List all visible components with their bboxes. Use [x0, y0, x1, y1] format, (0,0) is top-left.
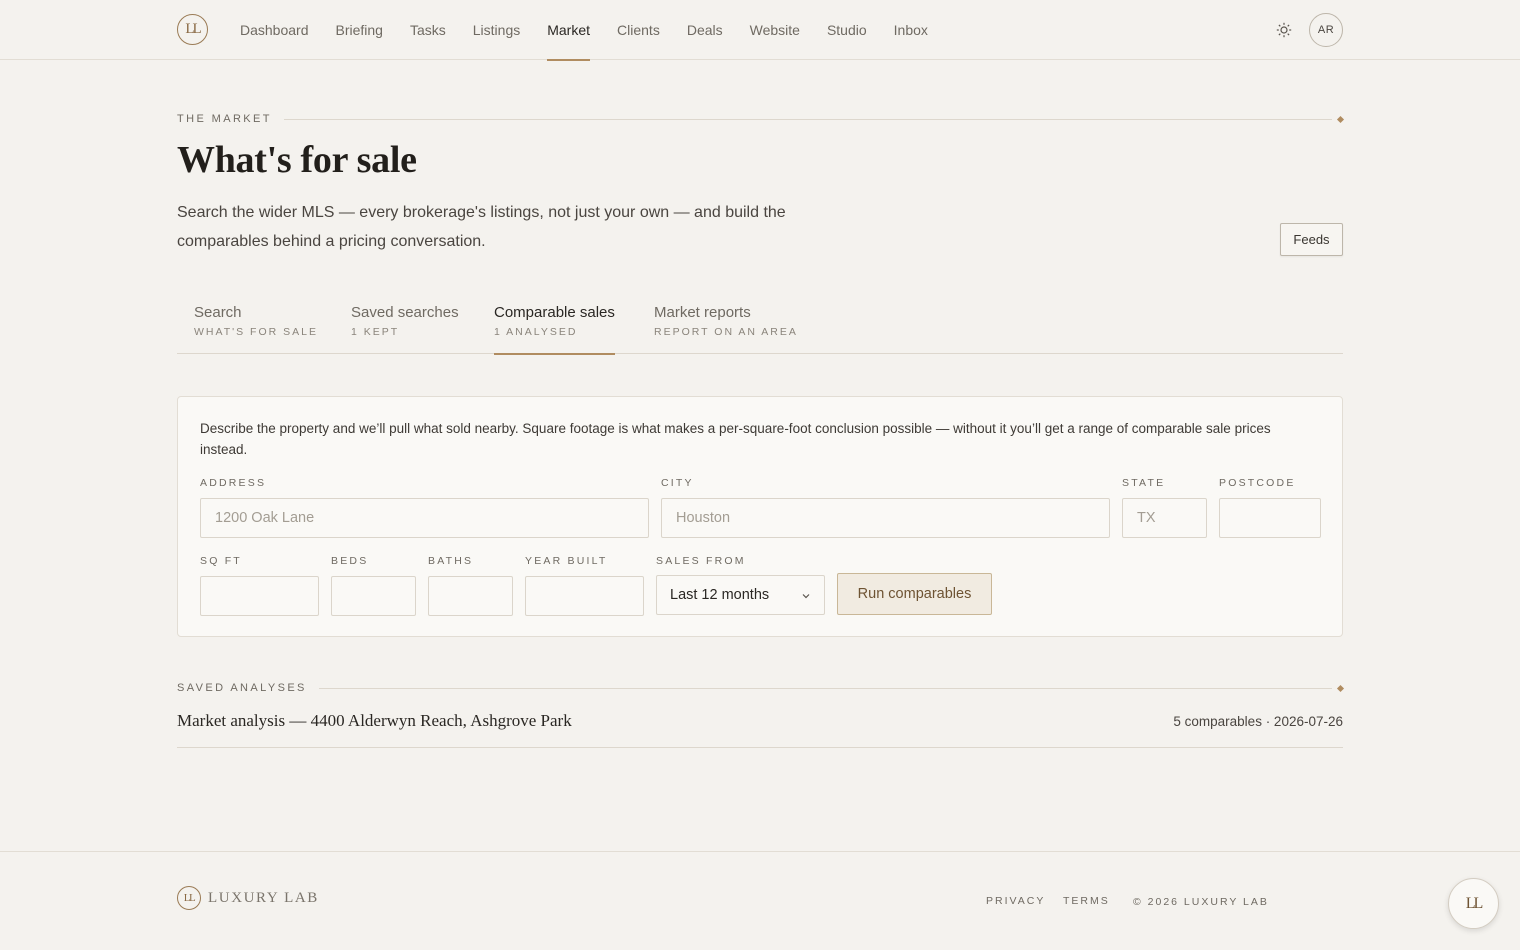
page-intro: Search the wider MLS — every brokerage's…	[177, 204, 786, 250]
year-built-input[interactable]	[525, 576, 644, 616]
sales-from-label: SALES FROM	[656, 555, 746, 567]
form-description: Describe the property and we’ll pull wha…	[200, 421, 1271, 457]
nav-item-briefing[interactable]: Briefing	[336, 0, 383, 60]
beds-label: BEDS	[331, 555, 369, 567]
assistant-launcher-button[interactable]: LL	[1448, 878, 1499, 929]
chevron-down-icon	[801, 589, 811, 605]
baths-input[interactable]	[428, 576, 513, 616]
analysis-title: Market analysis — 4400 Alderwyn Reach, A…	[177, 711, 572, 730]
tab-label: Market reports	[654, 304, 751, 321]
nav-item-listings[interactable]: Listings	[473, 0, 520, 60]
diamond-icon	[1336, 115, 1345, 123]
tab-sublabel: REPORT ON AN AREA	[654, 326, 798, 338]
sales-from-select[interactable]: Last 12 months	[656, 575, 825, 615]
market-tabs: Search WHAT'S FOR SALE Saved searches 1 …	[177, 296, 1343, 355]
address-input[interactable]	[200, 498, 649, 538]
baths-label: BATHS	[428, 555, 474, 567]
diamond-icon	[1336, 684, 1345, 692]
market-eyebrow-row: THE MARKET	[177, 112, 1345, 126]
saved-analyses-eyebrow-row: SAVED ANALYSES	[177, 681, 1345, 695]
tab-label: Saved searches	[351, 304, 459, 321]
nav-item-dashboard[interactable]: Dashboard	[240, 0, 309, 60]
address-label: ADDRESS	[200, 477, 267, 489]
divider	[318, 687, 1332, 689]
brand-logo[interactable]: LL	[177, 14, 208, 45]
sqft-input[interactable]	[200, 576, 319, 616]
page-title: What's for sale	[177, 139, 417, 181]
run-comparables-button[interactable]: Run comparables	[837, 573, 992, 615]
nav-item-deals[interactable]: Deals	[687, 0, 723, 60]
nav-item-studio[interactable]: Studio	[827, 0, 867, 60]
terms-link[interactable]: TERMS	[1063, 895, 1110, 907]
top-navigation-bar: LL Dashboard Briefing Tasks Listings Mar…	[0, 0, 1520, 61]
section-eyebrow: THE MARKET	[177, 113, 272, 125]
sales-from-value: Last 12 months	[670, 587, 770, 603]
privacy-link[interactable]: PRIVACY	[986, 895, 1045, 907]
tab-label: Comparable sales	[494, 304, 615, 321]
sqft-label: SQ FT	[200, 555, 242, 567]
footer: LL LUXURY LAB PRIVACY TERMS © 2026 LUXUR…	[0, 851, 1520, 950]
city-input[interactable]	[661, 498, 1110, 538]
saved-analyses-heading: SAVED ANALYSES	[177, 682, 307, 694]
tab-comparable-sales[interactable]: Comparable sales 1 ANALYSED	[494, 304, 615, 355]
nav-item-website[interactable]: Website	[750, 0, 800, 60]
tab-sublabel: WHAT'S FOR SALE	[194, 326, 318, 338]
main-nav: Dashboard Briefing Tasks Listings Market…	[240, 0, 955, 61]
postcode-label: POSTCODE	[1219, 477, 1296, 489]
beds-input[interactable]	[331, 576, 416, 616]
analysis-meta: 5 comparables · 2026-07-26	[1173, 714, 1343, 729]
comparables-form-card: Describe the property and we’ll pull wha…	[177, 396, 1343, 637]
divider	[283, 118, 1332, 120]
state-input[interactable]	[1122, 498, 1207, 538]
tab-saved-searches[interactable]: Saved searches 1 KEPT	[351, 304, 459, 354]
tab-label: Search	[194, 304, 242, 321]
city-label: CITY	[661, 477, 694, 489]
nav-item-market[interactable]: Market	[547, 0, 590, 61]
footer-logo: LL	[177, 886, 201, 910]
nav-item-tasks[interactable]: Tasks	[410, 0, 446, 60]
postcode-input[interactable]	[1219, 498, 1321, 538]
avatar[interactable]: AR	[1309, 13, 1343, 47]
nav-item-inbox[interactable]: Inbox	[894, 0, 928, 60]
state-label: STATE	[1122, 477, 1166, 489]
sun-icon[interactable]	[1272, 18, 1296, 42]
tab-sublabel: 1 ANALYSED	[494, 326, 578, 338]
tab-search[interactable]: Search WHAT'S FOR SALE	[194, 304, 318, 354]
copyright: © 2026 LUXURY LAB	[1133, 896, 1269, 908]
tab-sublabel: 1 KEPT	[351, 326, 400, 338]
nav-item-clients[interactable]: Clients	[617, 0, 660, 60]
tab-market-reports[interactable]: Market reports REPORT ON AN AREA	[654, 304, 798, 354]
feeds-button[interactable]: Feeds	[1280, 223, 1343, 256]
footer-brand-name: LUXURY LAB	[208, 890, 319, 906]
year-built-label: YEAR BUILT	[525, 555, 608, 567]
saved-analysis-row[interactable]: Market analysis — 4400 Alderwyn Reach, A…	[177, 706, 1343, 748]
